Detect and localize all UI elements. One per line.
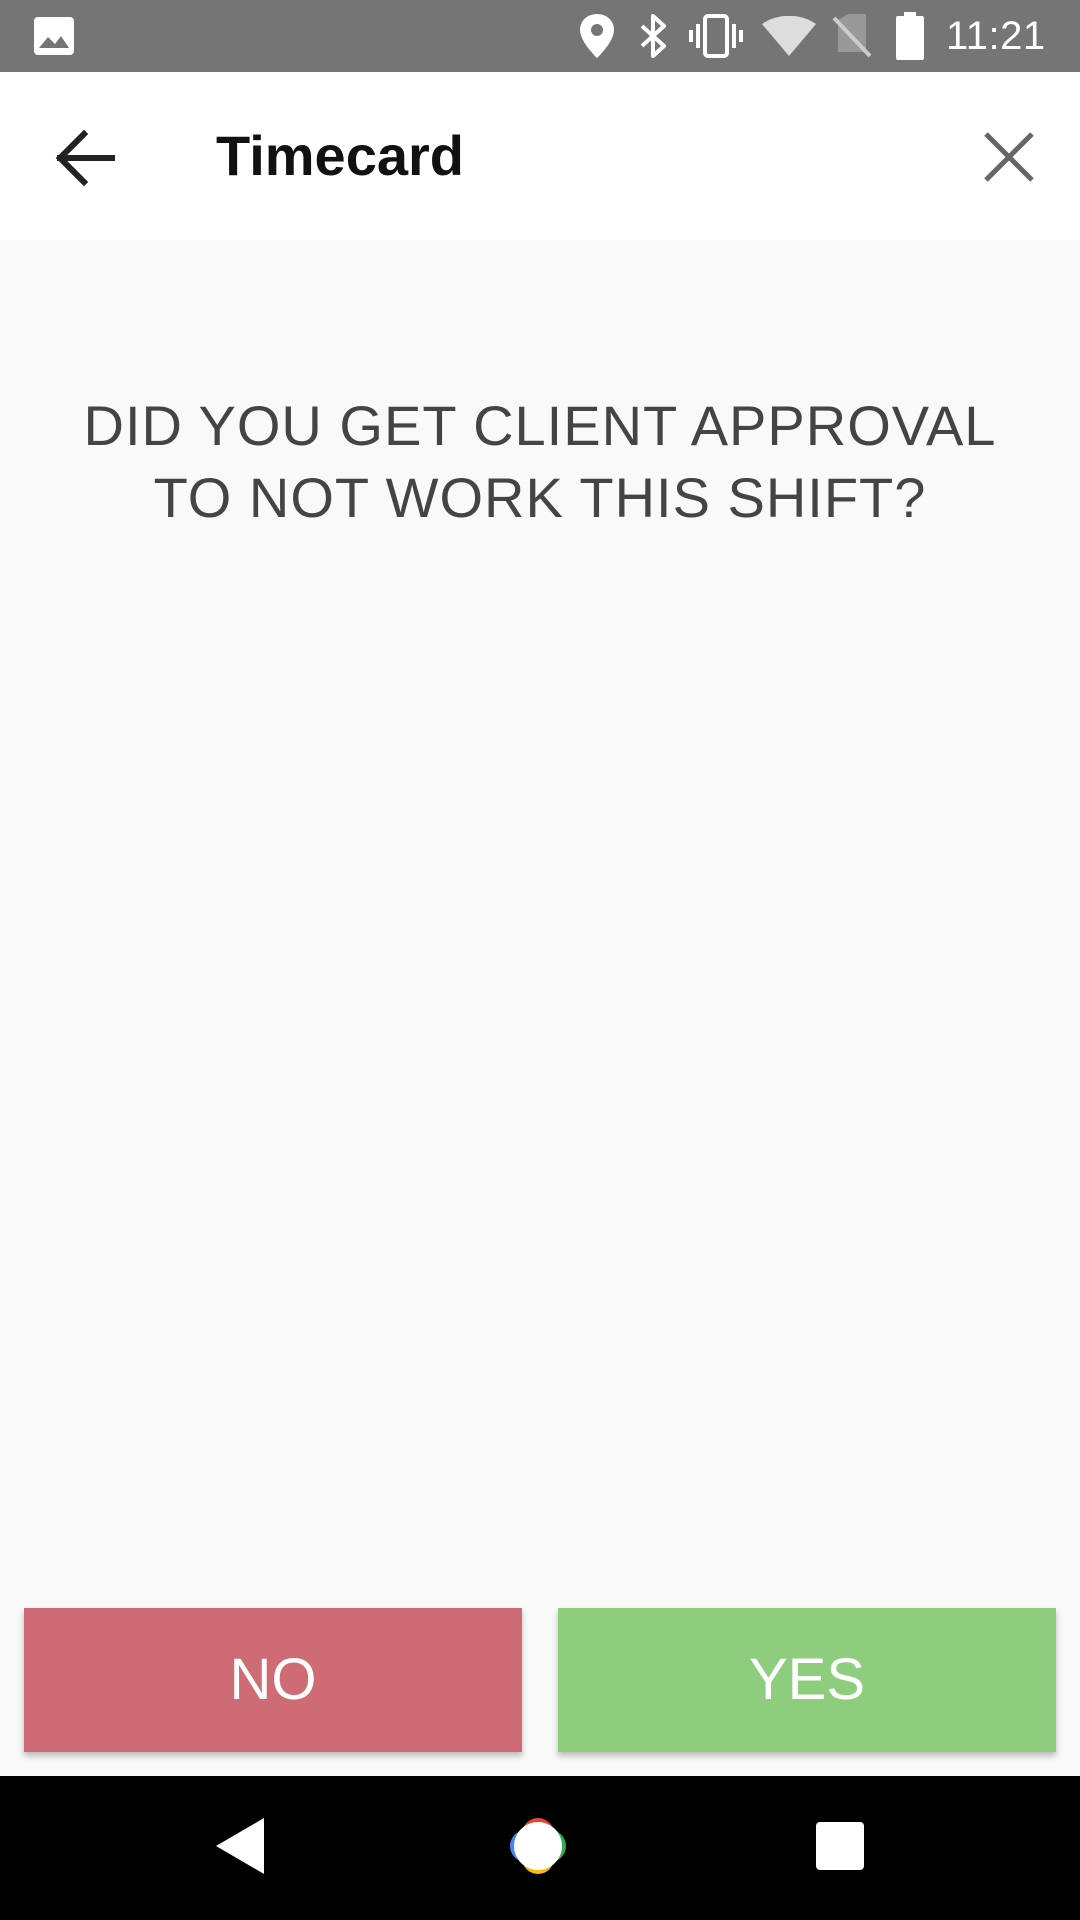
nav-home-icon [504, 1812, 572, 1885]
yes-button[interactable]: YES [558, 1608, 1056, 1752]
wifi-icon [762, 0, 816, 72]
status-bar: 11:21 [0, 0, 1080, 72]
nav-back-button[interactable] [180, 1776, 300, 1920]
question-text: DID YOU GET CLIENT APPROVAL TO NOT WORK … [83, 394, 997, 529]
vibrate-icon [688, 0, 744, 72]
close-button[interactable] [980, 128, 1038, 186]
nav-home-button[interactable] [478, 1776, 598, 1920]
status-time: 11:21 [946, 14, 1046, 58]
nav-recents-icon [815, 1821, 865, 1876]
close-icon [980, 132, 1038, 190]
navigation-bar [0, 1776, 1080, 1920]
location-icon [580, 0, 614, 72]
page-title: Timecard [216, 124, 464, 187]
arrow-back-icon [52, 129, 116, 194]
nav-back-icon [214, 1816, 266, 1881]
image-icon [34, 17, 74, 60]
battery-icon [896, 0, 924, 72]
no-button[interactable]: NO [24, 1608, 522, 1752]
no-sim-icon [832, 0, 872, 72]
nav-recents-button[interactable] [780, 1776, 900, 1920]
app-bar: Timecard [0, 72, 1080, 240]
back-button[interactable] [52, 126, 116, 190]
bluetooth-icon [638, 0, 670, 72]
